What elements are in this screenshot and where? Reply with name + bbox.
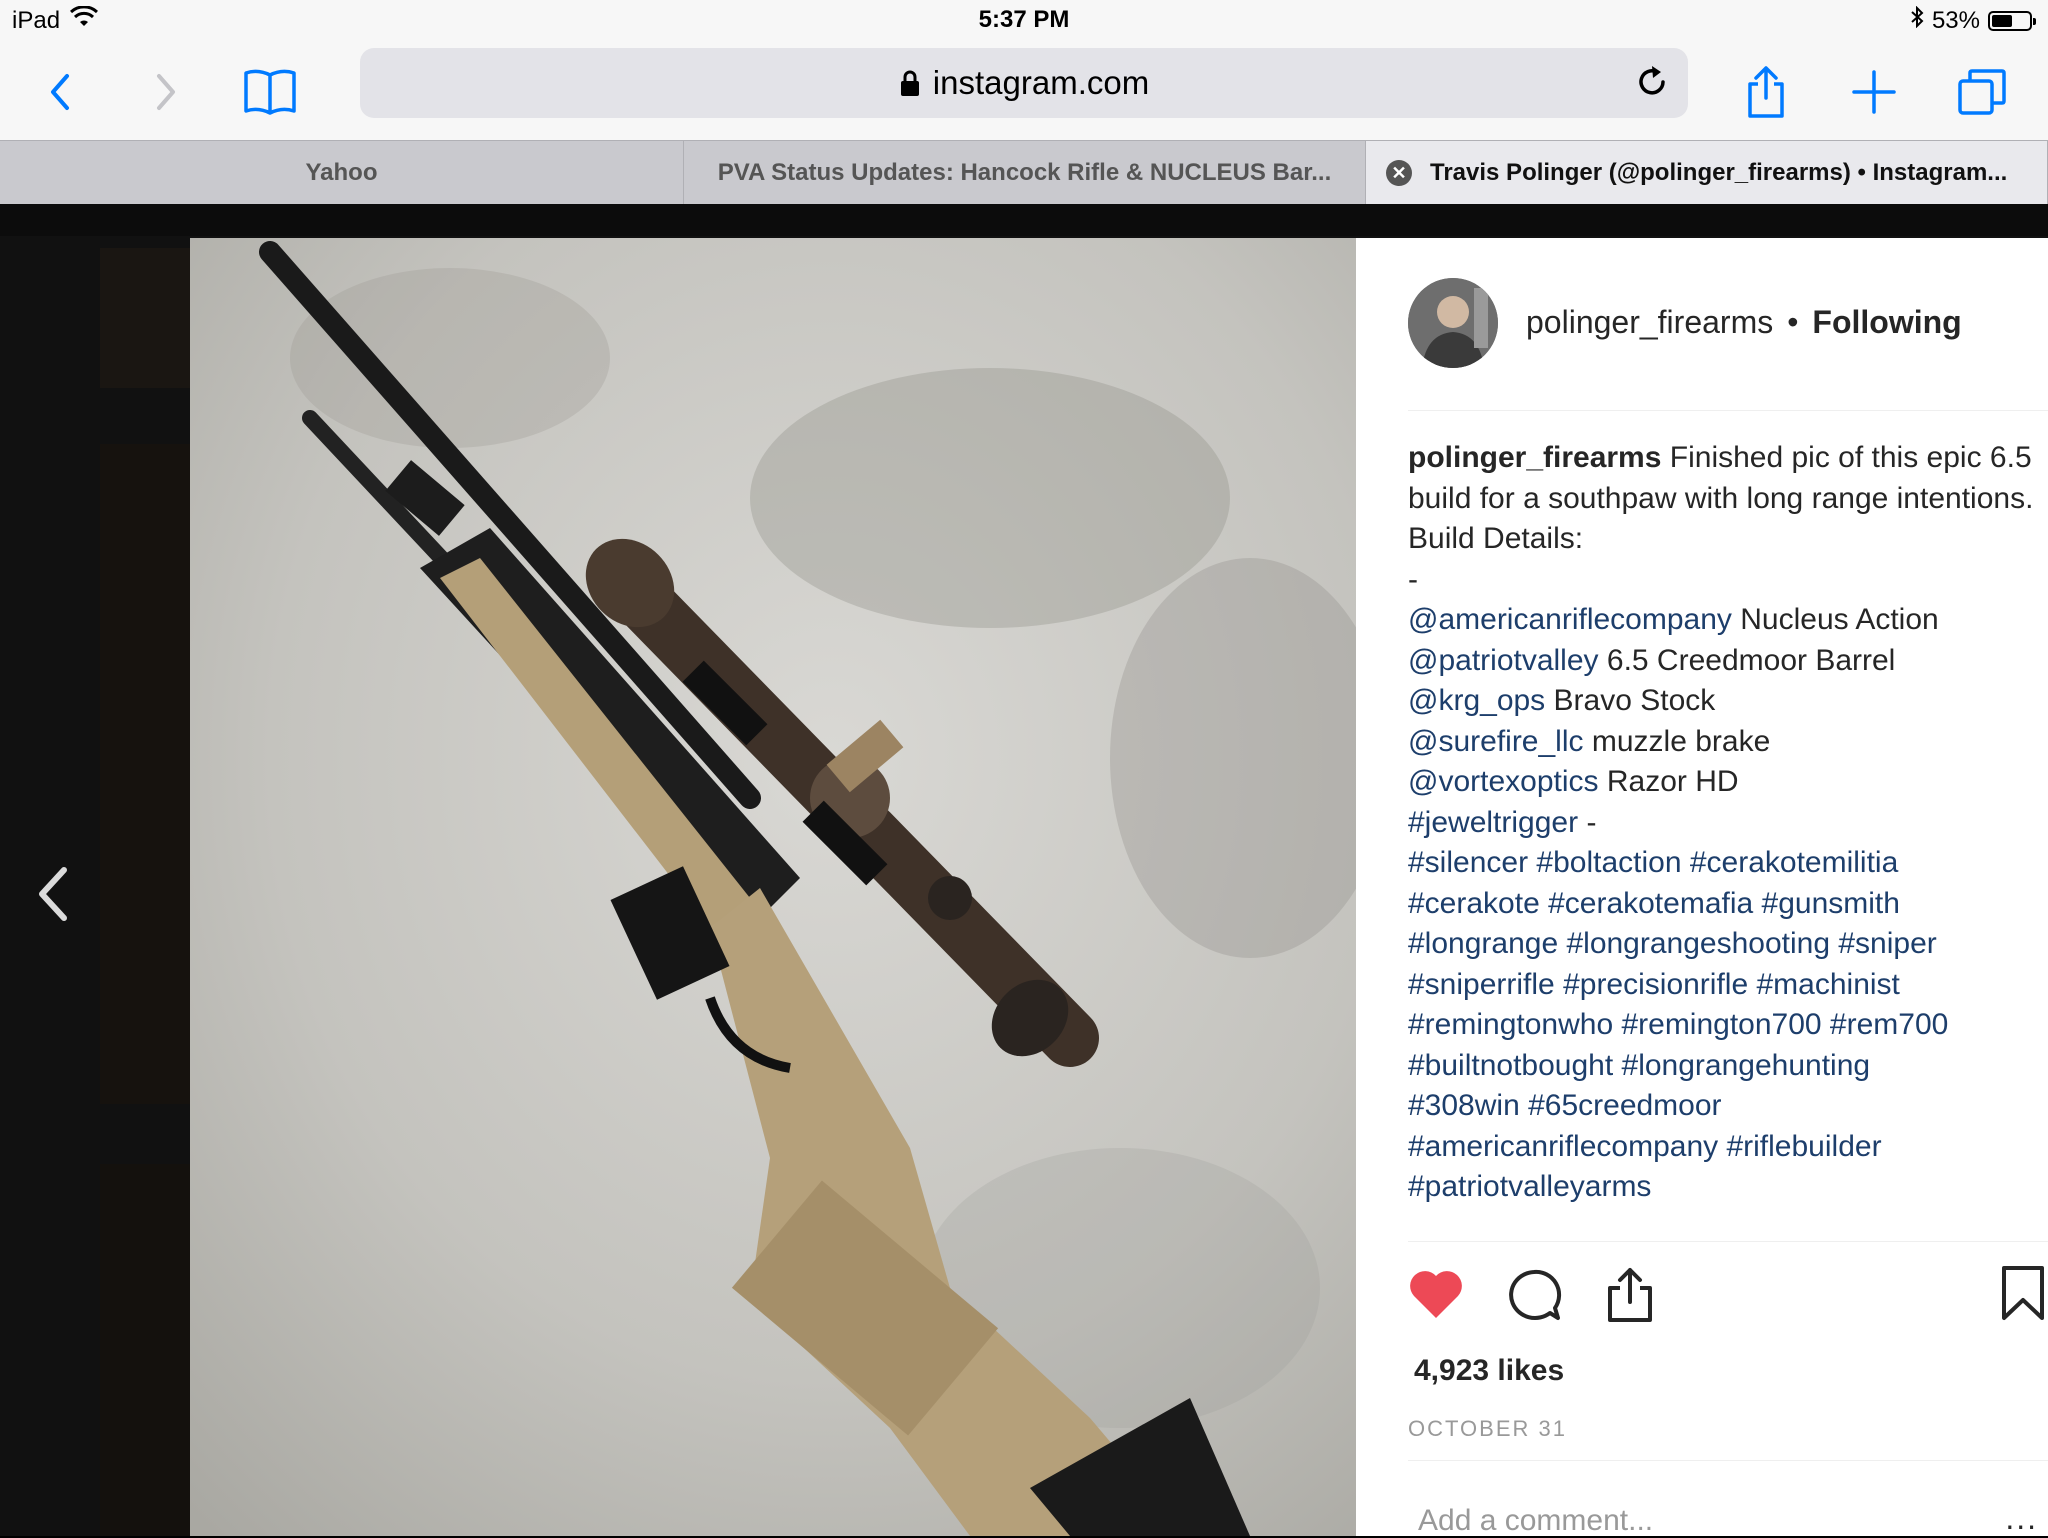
username-link[interactable]: polinger_firearms <box>1526 304 1773 341</box>
comment-button[interactable] <box>1506 1268 1562 1329</box>
heart-icon <box>1410 1271 1462 1318</box>
post-sidebar: polinger_firearms • Following polinger_f… <box>1356 238 2048 1538</box>
hashtag-line[interactable]: #cerakote #cerakotemafia #gunsmith <box>1408 884 2038 925</box>
hashtag-line[interactable]: #americanriflecompany #riflebuilder <box>1408 1127 2038 1168</box>
post-header: polinger_firearms • Following <box>1526 304 1962 341</box>
part-text: muzzle brake <box>1591 724 1771 758</box>
tab-instagram[interactable]: ✕ Travis Polinger (@polinger_firearms) •… <box>1366 141 2048 205</box>
avatar[interactable] <box>1408 278 1498 368</box>
divider <box>1408 1460 2048 1461</box>
more-options-button[interactable]: ... <box>2005 1500 2038 1537</box>
new-tab-icon <box>1852 70 1896 114</box>
post-date: OCTOBER 31 <box>1408 1416 1567 1441</box>
tab-label: PVA Status Updates: Hancock Rifle & NUCL… <box>717 159 1332 186</box>
part-text: Bravo Stock <box>1553 684 1716 717</box>
hashtag-link[interactable]: #jeweltrigger <box>1408 806 1578 839</box>
wifi-icon <box>70 5 99 35</box>
address-bar[interactable]: instagram.com <box>360 48 1688 118</box>
close-tab-icon[interactable]: ✕ <box>1386 160 1412 186</box>
mention-link[interactable]: @patriotvalley <box>1408 644 1599 677</box>
status-time: 5:37 PM <box>978 6 1070 33</box>
reload-icon <box>1639 66 1665 95</box>
reload-button[interactable] <box>1632 62 1672 107</box>
back-button[interactable] <box>30 62 90 122</box>
tab-bar: Yahoo PVA Status Updates: Hancock Rifle … <box>0 140 2048 205</box>
caption-line: @surefire_llc muzzle brake <box>1408 722 2038 763</box>
bluetooth-icon <box>1910 5 1924 35</box>
browser-toolbar: instagram.com <box>0 42 2048 140</box>
tab-label: Yahoo <box>305 159 378 186</box>
share-icon <box>1748 66 1784 118</box>
hashtag-line[interactable]: #308win #65creedmoor <box>1408 1086 2038 1127</box>
url-text: instagram.com <box>932 64 1150 101</box>
mention-link[interactable]: @vortexoptics <box>1408 765 1599 798</box>
likes-count[interactable]: 4,923 likes <box>1414 1354 1564 1388</box>
prev-arrow-icon <box>39 867 67 921</box>
mention-link[interactable]: @krg_ops <box>1408 684 1545 717</box>
like-button[interactable] <box>1408 1268 1464 1325</box>
mention-link[interactable]: @americanriflecompany <box>1408 603 1732 636</box>
following-button[interactable]: Following <box>1812 304 1961 341</box>
lock-icon <box>900 70 919 96</box>
background-thumbnail <box>100 1164 190 1536</box>
battery-percent: 53% <box>1931 6 1980 34</box>
post-actions <box>1408 1266 2048 1329</box>
status-bar: 5:37 PM iPad 53% <box>0 0 2048 42</box>
comment-input[interactable]: Add a comment... <box>1418 1504 1653 1538</box>
header-separator: • <box>1787 304 1799 340</box>
caption-dash: - <box>1408 562 1418 596</box>
caption-line: @krg_ops Bravo Stock <box>1408 681 2038 722</box>
tabs-button[interactable] <box>1952 62 2012 122</box>
background-thumbnail <box>100 248 190 388</box>
device-name: iPad <box>12 6 61 34</box>
hashtag-line[interactable]: #longrange #longrangeshooting #sniper <box>1408 924 2038 965</box>
caption-line: #jeweltrigger - <box>1408 803 2038 844</box>
part-text: - <box>1586 805 1597 839</box>
hashtag-line[interactable]: #patriotvalleyarms <box>1408 1167 2038 1208</box>
part-text: Razor HD <box>1606 765 1739 798</box>
tab-yahoo[interactable]: Yahoo <box>0 141 684 205</box>
part-text: Nucleus Action <box>1740 603 1939 636</box>
background-thumbnail <box>100 444 190 1104</box>
battery-icon <box>1988 10 2036 31</box>
forward-button[interactable] <box>136 62 196 122</box>
bookmarks-button[interactable] <box>240 62 300 122</box>
bookmarks-icon <box>244 69 296 115</box>
hashtag-line[interactable]: #sniperrifle #precisionrifle #machinist <box>1408 965 2038 1006</box>
comment-icon <box>1509 1269 1562 1320</box>
caption-line: @vortexoptics Razor HD <box>1408 762 2038 803</box>
caption-line: @americanriflecompany Nucleus Action <box>1408 600 2038 641</box>
caption-username[interactable]: polinger_firearms <box>1408 441 1661 474</box>
previous-post-button[interactable] <box>32 864 72 929</box>
build-details-label: Build Details: <box>1408 522 1584 555</box>
share-post-button[interactable] <box>1604 1264 1656 1329</box>
post-caption: polinger_firearms Finished pic of this e… <box>1408 438 2038 1208</box>
hashtag-line[interactable]: #silencer #boltaction #cerakotemilitia <box>1408 843 2038 884</box>
share-button[interactable] <box>1736 62 1796 122</box>
rifle-image <box>190 238 1356 1536</box>
mention-link[interactable]: @surefire_llc <box>1408 725 1584 758</box>
save-icon <box>2002 1266 2044 1320</box>
share-post-icon <box>1608 1268 1652 1322</box>
back-icon <box>51 74 69 110</box>
hashtag-line[interactable]: #builtnotbought #longrangehunting <box>1408 1046 2038 1087</box>
divider <box>1408 410 2048 411</box>
post-photo <box>190 238 1356 1536</box>
tabs-icon <box>1958 69 2006 115</box>
new-tab-button[interactable] <box>1844 62 1904 122</box>
forward-icon <box>157 74 175 110</box>
caption-line: @patriotvalley 6.5 Creedmoor Barrel <box>1408 641 2038 682</box>
tab-label: Travis Polinger (@polinger_firearms) • I… <box>1430 159 2008 186</box>
divider <box>1408 1241 2048 1242</box>
hashtag-line[interactable]: #remingtonwho #remington700 #rem700 <box>1408 1005 2038 1046</box>
save-button[interactable] <box>2000 1264 2046 1327</box>
part-text: 6.5 Creedmoor Barrel <box>1606 643 1896 677</box>
page-header-strip <box>0 204 2048 236</box>
tab-pva-status[interactable]: PVA Status Updates: Hancock Rifle & NUCL… <box>684 141 1366 205</box>
